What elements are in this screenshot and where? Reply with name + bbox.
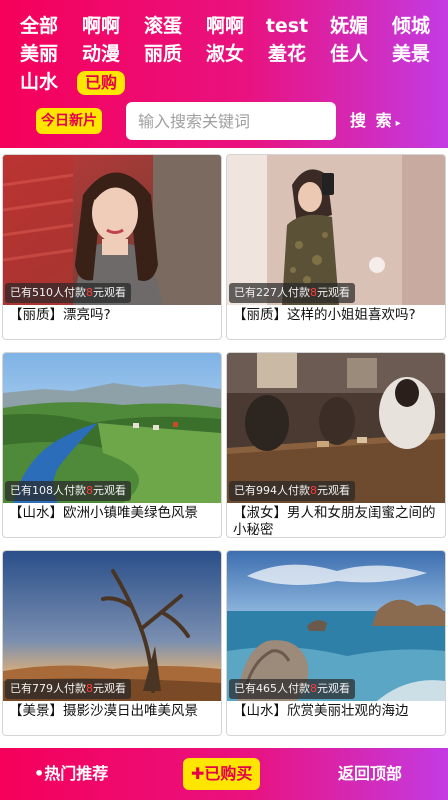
paid-count-overlay: 已有465人付款8元观看 [229, 679, 355, 699]
paid-count-overlay: 已有779人付款8元观看 [5, 679, 131, 699]
category-row: 全部 啊啊 滚蛋 啊啊 test 妩媚 倾城 [8, 12, 444, 40]
category-item[interactable]: 丽质 [132, 40, 194, 68]
overlay-suffix: 元观看 [317, 286, 350, 299]
overlay-prefix: 已有 [234, 682, 256, 695]
category-row: 美丽 动漫 丽质 淑女 羞花 佳人 美景 [8, 40, 444, 68]
overlay-suffix: 元观看 [317, 484, 350, 497]
category-item[interactable]: 佳人 [318, 40, 380, 68]
overlay-middle: 人付款 [277, 682, 310, 695]
video-card[interactable]: 已有108人付款8元观看 【山水】欧洲小镇唯美绿色风景 [2, 352, 222, 538]
price-value: 8 [86, 682, 93, 695]
search-input[interactable] [126, 102, 336, 140]
category-item[interactable]: 啊啊 [70, 12, 132, 40]
video-grid: 已有510人付款8元观看 【丽质】漂亮吗? 已有227人付款8元观看 【丽质】这… [0, 154, 448, 736]
price-value: 8 [310, 484, 317, 497]
video-card[interactable]: 已有510人付款8元观看 【丽质】漂亮吗? [2, 154, 222, 340]
price-value: 8 [310, 286, 317, 299]
category-all[interactable]: 全部 [8, 12, 70, 40]
search-bar: 今日新片 搜 索▸ [0, 100, 448, 140]
category-row: 山水 已购 [8, 68, 444, 96]
top-header: 全部 啊啊 滚蛋 啊啊 test 妩媚 倾城 美丽 动漫 丽质 淑女 羞花 佳人… [0, 0, 448, 148]
video-thumbnail: 已有108人付款8元观看 [3, 353, 221, 503]
caret-right-icon: ▸ [395, 118, 401, 129]
overlay-middle: 人付款 [53, 286, 86, 299]
buyer-count: 510 [32, 286, 53, 299]
category-item[interactable]: 妩媚 [318, 12, 380, 40]
video-card[interactable]: 已有465人付款8元观看 【山水】欣赏美丽壮观的海边 [226, 550, 446, 736]
video-card[interactable]: 已有994人付款8元观看 【淑女】男人和女朋友闺蜜之间的小秘密 [226, 352, 446, 538]
price-value: 8 [86, 484, 93, 497]
video-title: 【山水】欧洲小镇唯美绿色风景 [9, 505, 198, 521]
overlay-middle: 人付款 [277, 484, 310, 497]
category-item[interactable]: 啊啊 [194, 12, 256, 40]
category-item[interactable]: 倾城 [380, 12, 442, 40]
buyer-count: 779 [32, 682, 53, 695]
video-thumbnail: 已有779人付款8元观看 [3, 551, 221, 701]
overlay-middle: 人付款 [53, 682, 86, 695]
back-to-top-button[interactable]: 返回顶部 [338, 761, 402, 787]
buyer-count: 994 [256, 484, 277, 497]
overlay-suffix: 元观看 [93, 484, 126, 497]
video-title: 【美景】摄影沙漠日出唯美风景 [9, 703, 198, 719]
overlay-prefix: 已有 [10, 484, 32, 497]
category-item[interactable]: 美丽 [8, 40, 70, 68]
bottom-bar: •热门推荐 ✚已购买 返回顶部 [0, 748, 448, 800]
buyer-count: 108 [32, 484, 53, 497]
category-purchased-label: 已购 [76, 71, 125, 95]
buyer-count: 227 [256, 286, 277, 299]
video-thumbnail: 已有465人付款8元观看 [227, 551, 445, 701]
category-item[interactable]: 美景 [380, 40, 442, 68]
purchased-button[interactable]: ✚已购买 [183, 758, 261, 790]
buyer-count: 465 [256, 682, 277, 695]
paid-count-overlay: 已有994人付款8元观看 [229, 481, 355, 501]
video-card[interactable]: 已有779人付款8元观看 【美景】摄影沙漠日出唯美风景 [2, 550, 222, 736]
overlay-prefix: 已有 [234, 484, 256, 497]
category-nav: 全部 啊啊 滚蛋 啊啊 test 妩媚 倾城 美丽 动漫 丽质 淑女 羞花 佳人… [8, 12, 444, 96]
overlay-suffix: 元观看 [93, 286, 126, 299]
category-item[interactable]: 山水 [8, 68, 70, 96]
category-item[interactable]: 淑女 [194, 40, 256, 68]
overlay-middle: 人付款 [53, 484, 86, 497]
category-item[interactable]: 滚蛋 [132, 12, 194, 40]
price-value: 8 [86, 286, 93, 299]
overlay-prefix: 已有 [10, 682, 32, 695]
video-thumbnail: 已有510人付款8元观看 [3, 155, 221, 305]
video-card[interactable]: 已有227人付款8元观看 【丽质】这样的小姐姐喜欢吗? [226, 154, 446, 340]
video-thumbnail: 已有227人付款8元观看 [227, 155, 445, 305]
video-title: 【淑女】男人和女朋友闺蜜之间的小秘密 [233, 505, 436, 538]
today-new-button[interactable]: 今日新片 [36, 108, 102, 134]
overlay-middle: 人付款 [277, 286, 310, 299]
overlay-suffix: 元观看 [317, 682, 350, 695]
paid-count-overlay: 已有510人付款8元观看 [5, 283, 131, 303]
paid-count-overlay: 已有227人付款8元观看 [229, 283, 355, 303]
hot-recommend-button[interactable]: •热门推荐 [34, 761, 108, 787]
video-thumbnail: 已有994人付款8元观看 [227, 353, 445, 503]
search-button[interactable]: 搜 索 ▸ [350, 108, 401, 134]
overlay-prefix: 已有 [234, 286, 256, 299]
category-item[interactable]: 动漫 [70, 40, 132, 68]
paid-count-overlay: 已有108人付款8元观看 [5, 481, 131, 501]
search-button-label: 搜 索 [350, 111, 394, 130]
overlay-suffix: 元观看 [93, 682, 126, 695]
category-purchased[interactable]: 已购 [70, 68, 132, 96]
video-title: 【山水】欣赏美丽壮观的海边 [233, 703, 409, 719]
category-item[interactable]: 羞花 [256, 40, 318, 68]
category-item[interactable]: test [256, 12, 318, 40]
price-value: 8 [310, 682, 317, 695]
overlay-prefix: 已有 [10, 286, 32, 299]
video-title: 【丽质】这样的小姐姐喜欢吗? [233, 307, 416, 323]
video-title: 【丽质】漂亮吗? [9, 307, 111, 323]
